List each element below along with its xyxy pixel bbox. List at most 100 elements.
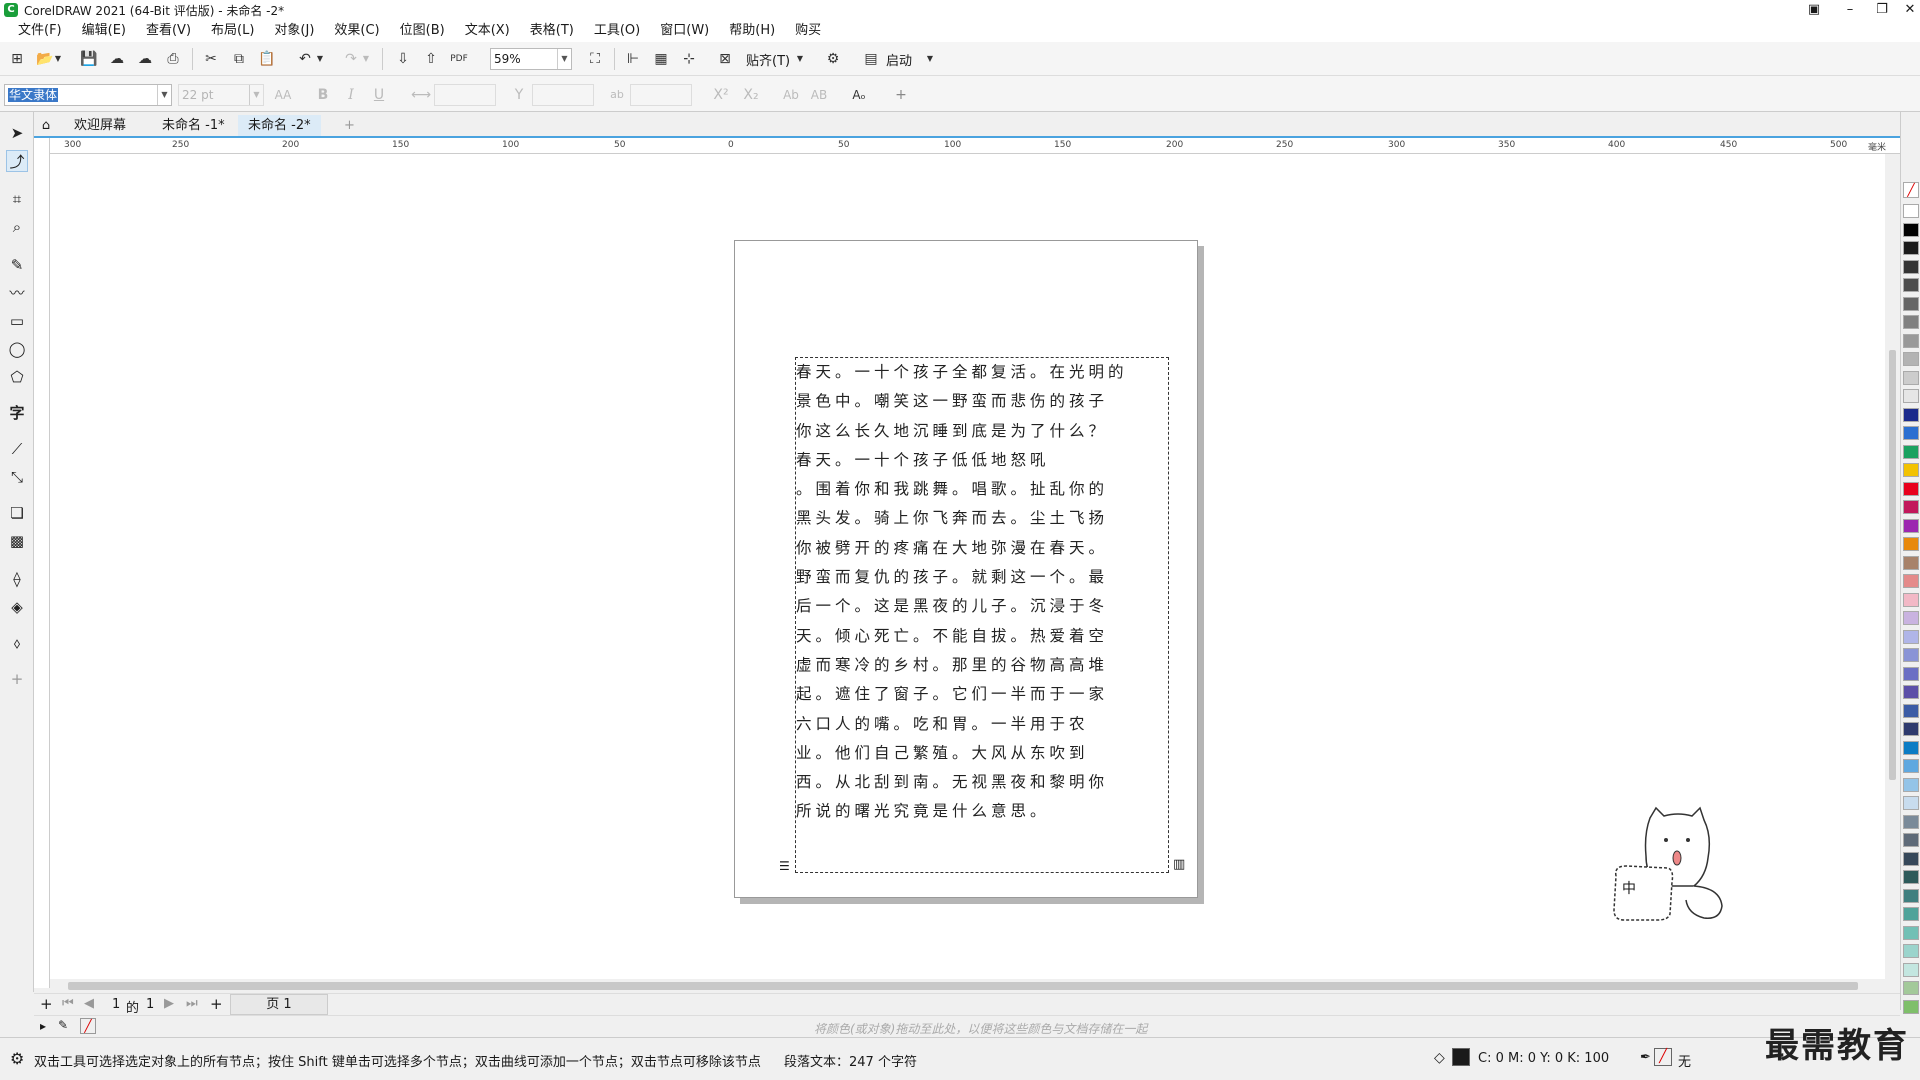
small-caps-icon[interactable]: AB — [808, 84, 830, 106]
document-page[interactable]: 春天。一十个孩子全都复活。在光明的 景色中。嘲笑这一野蛮而悲伤的孩子 你这么长久… — [734, 240, 1198, 898]
vertical-ruler[interactable] — [34, 138, 50, 988]
options-gear-icon[interactable]: ⚙ — [822, 48, 844, 70]
color-swatch[interactable] — [1903, 537, 1919, 551]
superscript-button[interactable]: X² — [710, 84, 732, 106]
add-page-after-icon[interactable]: + — [210, 995, 223, 1013]
font-scale-icon[interactable]: AA — [272, 84, 294, 106]
fill-indicator-icon[interactable]: ◇ — [1434, 1050, 1445, 1066]
color-swatch[interactable] — [1903, 648, 1919, 662]
zoom-level-field[interactable]: 59% ▼ — [490, 48, 572, 70]
vertical-scrollbar[interactable] — [1885, 154, 1900, 979]
close-button[interactable]: ✕ — [1896, 0, 1920, 20]
color-swatch[interactable] — [1903, 759, 1919, 773]
status-settings-icon[interactable]: ⚙ — [10, 1049, 24, 1068]
color-swatch[interactable] — [1903, 851, 1919, 866]
fill-color-swatch[interactable] — [1452, 1048, 1470, 1066]
undo-icon[interactable]: ↶ — [294, 48, 316, 70]
cut-icon[interactable]: ✂ — [200, 48, 222, 70]
export-pdf-icon[interactable]: PDF — [448, 48, 470, 70]
ellipse-tool-icon[interactable]: ◯ — [6, 338, 28, 360]
tab-welcome-screen[interactable]: 欢迎屏幕 — [64, 115, 136, 136]
menu-tools[interactable]: 工具(O) — [584, 20, 650, 42]
color-swatch[interactable] — [1903, 944, 1919, 958]
word-spacing-field[interactable] — [630, 84, 692, 106]
color-swatch[interactable] — [1903, 722, 1919, 736]
paste-icon[interactable]: 📋 — [256, 48, 278, 70]
color-swatch[interactable] — [1903, 611, 1919, 625]
next-page-icon[interactable]: ▶ — [164, 996, 174, 1011]
color-swatch[interactable] — [1903, 204, 1919, 218]
add-tool-icon[interactable]: + — [6, 668, 28, 690]
color-swatch[interactable] — [1903, 981, 1919, 995]
color-swatch[interactable] — [1903, 574, 1919, 588]
word-spacing-icon[interactable]: ab — [606, 84, 628, 106]
color-swatch[interactable] — [1903, 814, 1919, 829]
previous-page-icon[interactable]: ◀ — [84, 996, 94, 1011]
bold-button[interactable]: B — [312, 84, 334, 106]
color-swatch[interactable] — [1903, 777, 1919, 792]
launch-menu[interactable]: 启动 — [886, 50, 912, 69]
character-formatting-icon[interactable]: Aₒ — [848, 84, 870, 106]
menu-window[interactable]: 窗口(W) — [650, 20, 719, 42]
color-swatch[interactable] — [1903, 352, 1919, 366]
color-swatch[interactable] — [1903, 907, 1919, 921]
palette-eyedropper-icon[interactable]: ✎ — [58, 1018, 68, 1032]
crop-tool-icon[interactable]: ⌗ — [6, 188, 28, 210]
vertical-scroll-thumb[interactable] — [1889, 350, 1896, 780]
subscript-button[interactable]: X₂ — [740, 84, 762, 106]
transparency-icon[interactable]: ▩ — [6, 530, 28, 552]
redo-icon[interactable]: ↷ — [340, 48, 362, 70]
color-swatch[interactable] — [1903, 259, 1919, 274]
color-swatch[interactable] — [1903, 222, 1919, 237]
dimension-tool-icon[interactable]: ⟋ — [6, 438, 28, 460]
pick-tool-icon[interactable]: ➤ — [6, 122, 28, 144]
cloud-upload-icon[interactable]: ☁ — [134, 48, 156, 70]
guidelines-icon[interactable]: ⊹ — [678, 48, 700, 70]
freehand-tool-icon[interactable]: ✎ — [6, 254, 28, 276]
horizontal-scrollbar[interactable] — [50, 979, 1885, 993]
underline-button[interactable]: U — [368, 84, 390, 106]
add-tab-icon[interactable]: + — [334, 115, 365, 136]
snap-dropdown-icon[interactable]: ▼ — [794, 48, 806, 70]
launch-dropdown-icon[interactable]: ▼ — [924, 48, 936, 70]
char-spacing-icon[interactable]: ⟷ — [410, 84, 432, 106]
polygon-tool-icon[interactable]: ⬠ — [6, 366, 28, 388]
shape-tool-icon[interactable]: ⤴ — [6, 150, 28, 172]
outline-pen-icon[interactable]: ✒ — [1640, 1050, 1651, 1065]
color-swatch[interactable] — [1903, 426, 1919, 440]
connector-tool-icon[interactable]: ⤡ — [6, 466, 28, 488]
line-spacing-field[interactable] — [532, 84, 594, 106]
color-swatch[interactable] — [1903, 870, 1919, 884]
color-swatch[interactable] — [1903, 685, 1919, 699]
open-dropdown-icon[interactable]: ▼ — [52, 48, 64, 70]
undo-dropdown-icon[interactable]: ▼ — [314, 48, 326, 70]
font-list-field[interactable]: 华文隶体 ▼ — [4, 84, 172, 106]
redo-dropdown-icon[interactable]: ▼ — [360, 48, 372, 70]
eyedropper-icon[interactable]: ⟠ — [6, 568, 28, 590]
italic-button[interactable]: I — [340, 84, 362, 106]
menu-effects[interactable]: 效果(C) — [324, 20, 389, 42]
minimize-button[interactable]: – — [1836, 0, 1864, 20]
full-screen-icon[interactable]: ⛶ — [584, 48, 606, 70]
launch-app-icon[interactable]: ▤ — [860, 48, 882, 70]
color-swatch[interactable] — [1903, 463, 1919, 477]
color-swatch[interactable] — [1903, 888, 1919, 903]
color-swatch[interactable] — [1903, 444, 1919, 459]
menu-file[interactable]: 文件(F) — [8, 20, 72, 42]
cloud-download-icon[interactable]: ☁ — [106, 48, 128, 70]
color-swatch[interactable] — [1903, 925, 1919, 940]
color-swatch[interactable] — [1903, 481, 1919, 496]
color-swatch[interactable] — [1903, 296, 1919, 311]
palette-no-color-swatch[interactable]: ╱ — [80, 1018, 96, 1034]
color-swatch[interactable] — [1903, 333, 1919, 348]
color-swatch[interactable] — [1903, 740, 1919, 755]
color-swatch[interactable] — [1903, 666, 1919, 681]
menu-edit[interactable]: 编辑(E) — [72, 20, 136, 42]
last-page-icon[interactable]: ⏭ — [186, 996, 198, 1011]
color-swatch[interactable] — [1903, 555, 1919, 570]
color-swatch[interactable] — [1903, 315, 1919, 329]
grid-icon[interactable]: ▦ — [650, 48, 672, 70]
color-swatch[interactable] — [1903, 389, 1919, 403]
font-size-field[interactable]: 22 pt ▼ — [178, 84, 264, 106]
rulers-icon[interactable]: ⊩ — [622, 48, 644, 70]
